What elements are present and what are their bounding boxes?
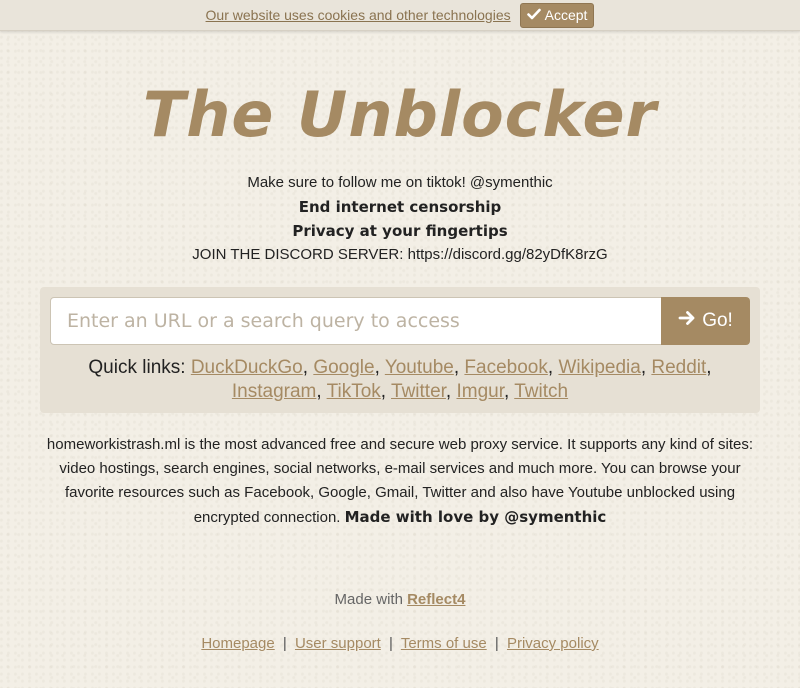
quick-link-twitch[interactable]: Twitch — [514, 381, 568, 402]
reflect4-link[interactable]: Reflect4 — [407, 591, 465, 608]
censorship-tagline: End internet censorship — [298, 198, 502, 216]
quick-link-imgur[interactable]: Imgur — [456, 381, 504, 402]
quick-link-instagram[interactable]: Instagram — [232, 381, 316, 402]
footer-link-privacy[interactable]: Privacy policy — [507, 635, 599, 652]
quick-link-reddit[interactable]: Reddit — [651, 357, 706, 378]
footer-link-user-support[interactable]: User support — [295, 635, 381, 652]
accept-cookies-button[interactable]: Accept — [519, 2, 595, 28]
made-with: Made with Reflect4 — [0, 591, 800, 608]
site-logo: The Unblocker — [142, 78, 658, 151]
made-with-label: Made with — [334, 591, 403, 608]
quick-link-youtube[interactable]: Youtube — [385, 357, 454, 378]
quick-link-google[interactable]: Google — [313, 357, 374, 378]
accept-label: Accept — [544, 7, 588, 23]
quick-link-wikipedia[interactable]: Wikipedia — [558, 357, 640, 378]
go-button[interactable]: Go! — [661, 297, 750, 345]
footer-link-homepage[interactable]: Homepage — [201, 635, 274, 652]
quick-link-twitter[interactable]: Twitter — [391, 381, 446, 402]
quick-link-facebook[interactable]: Facebook — [464, 357, 547, 378]
service-description: homeworkistrash.ml is the most advanced … — [40, 433, 760, 530]
footer-separator: | — [282, 635, 287, 652]
cookie-bar: Our website uses cookies and other techn… — [0, 0, 800, 31]
quick-links-label: Quick links: — [88, 357, 186, 378]
go-label: Go! — [702, 310, 733, 331]
privacy-tagline: Privacy at your fingertips — [292, 222, 508, 240]
footer-links: Homepage | User support | Terms of use |… — [0, 635, 800, 652]
check-icon — [526, 7, 541, 23]
footer-separator: | — [389, 635, 393, 652]
footer-separator: | — [494, 635, 499, 652]
arrow-right-icon — [678, 309, 696, 333]
signature: Made with love by @symenthic — [344, 508, 607, 526]
tiktok-tagline: Make sure to follow me on tiktok! @symen… — [247, 174, 553, 191]
quick-links: Quick links: DuckDuckGo, Google, Youtube… — [88, 357, 712, 402]
quick-link-tiktok[interactable]: TikTok — [327, 381, 381, 402]
search-panel: Go! Quick links: DuckDuckGo, Google, You… — [40, 287, 760, 413]
discord-tagline: JOIN THE DISCORD SERVER: https://discord… — [192, 246, 608, 263]
quick-link-duckduckgo[interactable]: DuckDuckGo — [191, 357, 303, 378]
search-input[interactable] — [50, 297, 662, 345]
footer-link-terms[interactable]: Terms of use — [401, 635, 487, 652]
taglines: Make sure to follow me on tiktok! @symen… — [0, 172, 800, 268]
cookie-policy-link[interactable]: Our website uses cookies and other techn… — [206, 7, 511, 23]
